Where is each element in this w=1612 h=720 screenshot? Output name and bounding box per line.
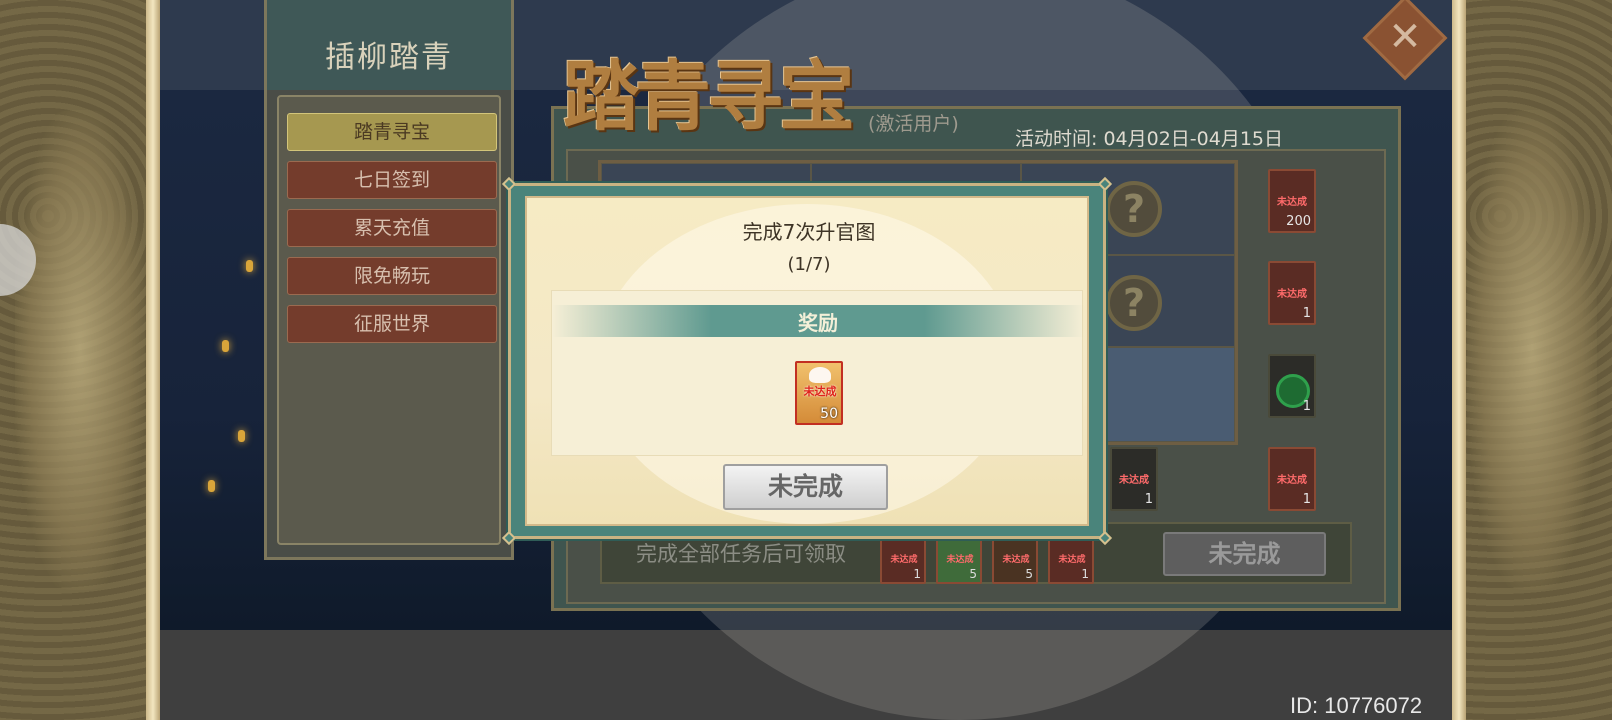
menu-title: 插柳踏青 [325,40,453,75]
menu-item-treasure-hunt[interactable]: 踏青寻宝 [287,113,497,151]
activity-menu-panel: 插柳踏青 踏青寻宝 七日签到 累天充值 限免畅玩 征服世界 [264,0,514,560]
reward-status-stamp: 未达成 [1119,475,1149,486]
player-id: ID: 10776072 [1290,693,1423,718]
reward-status-stamp: 未达成 [890,555,918,565]
menu-item-conquer-world[interactable]: 征服世界 [287,305,497,343]
dragon-ornament-icon [15,110,145,590]
reward-status-stamp: 未达成 [803,385,837,398]
right-ornament-panel [1452,0,1612,720]
final-reward-item[interactable]: 未达成 5 [936,538,982,584]
menu-list: 踏青寻宝 七日签到 累天充值 限免畅玩 征服世界 [277,95,501,545]
grid-reward-item[interactable]: 未达成 1 [1110,447,1158,511]
final-reward-item[interactable]: 未达成 5 [992,538,1038,584]
reward-count: 200 [1286,214,1311,229]
reward-status-stamp: 未达成 [946,555,974,565]
reward-count: 1 [913,567,921,581]
final-reward-text: 完成全部任务后可领取 [636,542,846,566]
unknown-tile-icon[interactable]: ? [1106,181,1162,237]
wing-icon [809,367,831,383]
reward-header: 奖励 [798,311,838,335]
side-reward-item[interactable]: 未达成 1 [1268,447,1316,511]
task-progress: (1/7) [787,254,831,275]
reward-status-stamp: 未达成 [1277,475,1307,486]
modal-title: 完成7次升官图 [742,220,876,244]
side-reward-item[interactable]: 1 [1268,354,1316,418]
reward-count: 5 [1025,567,1033,581]
reward-count: 1 [1302,492,1311,507]
user-tag: (激活用户) [868,113,959,135]
reward-status-stamp: 未达成 [1277,289,1307,300]
reward-count: 1 [1302,306,1311,321]
reward-count: 1 [1144,492,1153,507]
reward-status-stamp: 未达成 [1058,555,1086,565]
reward-count: 5 [969,567,977,581]
side-reward-item[interactable]: 未达成 200 [1268,169,1316,233]
unknown-tile-icon[interactable]: ? [1106,275,1162,331]
reward-section: 奖励 未达成 50 [551,290,1084,456]
menu-item-seven-day-signin[interactable]: 七日签到 [287,161,497,199]
final-reward-item[interactable]: 未达成 1 [1048,538,1094,584]
close-icon[interactable]: ✕ [1375,8,1435,68]
menu-item-cumulative-recharge[interactable]: 累天充值 [287,209,497,247]
reward-item[interactable]: 未达成 50 [795,361,843,425]
reward-status-stamp: 未达成 [1002,555,1030,565]
reward-count: 1 [1081,567,1089,581]
claim-all-button[interactable]: 未完成 [1163,532,1326,576]
activity-time: 活动时间: 04月02日-04月15日 [1015,128,1284,150]
reward-count: 1 [1302,399,1311,414]
activity-title: 踏青寻宝 [563,52,855,141]
reward-status-stamp: 未达成 [1277,197,1307,208]
final-reward-item[interactable]: 未达成 1 [880,538,926,584]
menu-item-free-play[interactable]: 限免畅玩 [287,257,497,295]
incomplete-button[interactable]: 未完成 [723,464,888,510]
left-ornament-panel [0,0,160,720]
reward-count: 50 [820,406,838,422]
task-detail-modal: 完成7次升官图 (1/7) 奖励 未达成 50 未完成 [501,176,1113,546]
dragon-ornament-icon [1467,110,1597,590]
modal-paper: 完成7次升官图 (1/7) 奖励 未达成 50 未完成 [525,196,1089,526]
side-reward-item[interactable]: 未达成 1 [1268,261,1316,325]
